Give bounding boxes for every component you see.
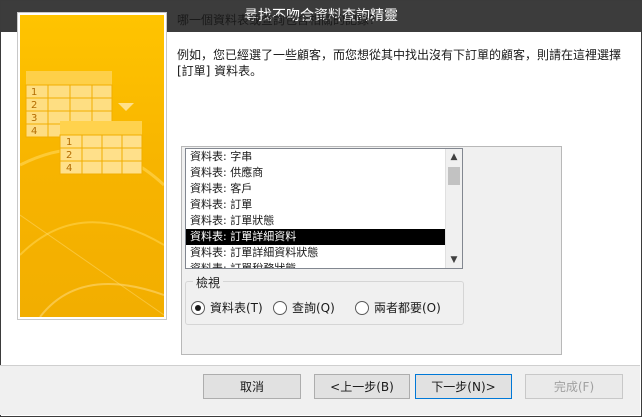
view-legend: 檢視 xyxy=(193,274,224,291)
radio-label-queries: 查詢(Q) xyxy=(292,301,335,315)
art-number: 3 xyxy=(31,113,37,124)
list-item[interactable]: 資料表: 客戶 xyxy=(186,181,445,197)
radio-label-both: 兩者都要(O) xyxy=(374,301,441,315)
radio-icon[interactable] xyxy=(191,300,205,315)
table-query-listbox[interactable]: 資料表: 字串 資料表: 供應商 資料表: 客戶 資料表: 訂單 資料表: 訂單狀態 資料… xyxy=(185,148,463,269)
wizard-illustration-frame: 1 2 3 4 1 2 4 xyxy=(17,12,167,320)
radio-tables[interactable]: 資料表(T) xyxy=(191,299,263,316)
back-button[interactable]: <上一步(B) xyxy=(314,374,410,399)
table-illustration-icon: 1 2 3 4 1 2 4 xyxy=(20,15,164,317)
wizard-illustration: 1 2 3 4 1 2 4 xyxy=(20,15,164,317)
radio-queries[interactable]: 查詢(Q) xyxy=(273,299,335,316)
radio-icon[interactable] xyxy=(273,300,287,315)
art-number: 4 xyxy=(66,163,72,174)
finish-button[interactable]: 完成(F) xyxy=(525,374,623,399)
list-item[interactable]: 資料表: 字串 xyxy=(186,149,445,165)
scroll-down-icon[interactable]: ▼ xyxy=(446,252,462,268)
art-number: 1 xyxy=(31,87,37,98)
list-item[interactable]: 資料表: 訂單稅務狀態 xyxy=(186,261,445,268)
list-item[interactable]: 資料表: 訂單 xyxy=(186,197,445,213)
next-button[interactable]: 下一步(N)> xyxy=(415,374,512,399)
radio-label-tables: 資料表(T) xyxy=(210,301,263,315)
list-item[interactable]: 資料表: 供應商 xyxy=(186,165,445,181)
radio-both[interactable]: 兩者都要(O) xyxy=(355,299,441,316)
scroll-up-icon[interactable]: ▲ xyxy=(446,149,462,165)
list-item[interactable]: 資料表: 訂單詳細資料狀態 xyxy=(186,245,445,261)
description-text: 例如，您已經選了一些顧客，而您想從其中找出沒有下訂單的顧客，則請在這裡選擇 [訂… xyxy=(177,48,622,78)
art-number: 1 xyxy=(66,137,72,148)
cancel-button[interactable]: 取消 xyxy=(203,374,301,399)
art-number: 2 xyxy=(66,150,72,161)
question-text: 哪一個資料表或查詢包含相關的記錄? xyxy=(177,13,376,27)
art-number: 4 xyxy=(31,126,37,137)
radio-icon[interactable] xyxy=(355,300,369,315)
art-number: 2 xyxy=(31,100,37,111)
list-item[interactable]: 資料表: 訂單狀態 xyxy=(186,213,445,229)
list-item[interactable]: 資料表: 訂單詳細資料 xyxy=(186,229,445,245)
scroll-thumb[interactable] xyxy=(448,167,460,185)
listbox-items: 資料表: 字串 資料表: 供應商 資料表: 客戶 資料表: 訂單 資料表: 訂單狀態 資料… xyxy=(186,149,445,268)
listbox-scrollbar[interactable]: ▲ ▼ xyxy=(445,149,462,268)
